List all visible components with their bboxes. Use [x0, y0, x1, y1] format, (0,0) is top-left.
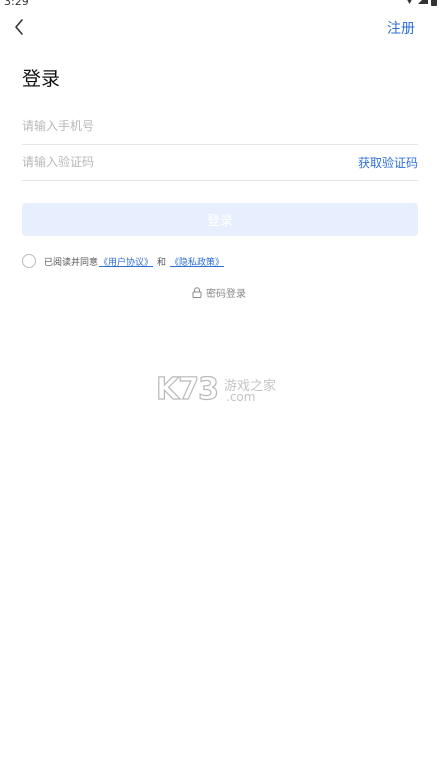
agreement-prefix: 已阅读并同意 [44, 257, 99, 268]
watermark-brand: K73 [155, 371, 219, 407]
lock-icon [192, 287, 202, 298]
wifi-icon [404, 0, 415, 4]
password-login-label: 密码登录 [206, 289, 246, 300]
status-bar: 3:29 [0, 0, 439, 8]
phone-input[interactable] [22, 108, 322, 144]
watermark-logo: K73 游戏之家 .com [155, 371, 286, 407]
page-title: 登录 [22, 68, 61, 90]
code-field: 获取验证码 [22, 144, 418, 181]
verification-code-input[interactable] [22, 144, 322, 180]
agreement-row: 已阅读并同意 《用户协议》 和 《隐私政策》 [22, 253, 225, 269]
password-login-link[interactable]: 密码登录 [192, 285, 246, 300]
signal-icon [418, 0, 428, 4]
user-agreement-link[interactable]: 《用户协议》 [99, 255, 153, 268]
watermark-domain: .com [226, 390, 256, 404]
phone-field [22, 108, 418, 145]
chevron-left-icon [15, 19, 23, 35]
login-button[interactable]: 登录 [22, 203, 418, 236]
status-icons [404, 0, 437, 6]
battery-icon [431, 0, 437, 6]
register-link[interactable]: 注册 [387, 18, 415, 38]
status-time: 3:29 [4, 0, 29, 8]
get-code-button[interactable]: 获取验证码 [358, 154, 418, 171]
agreement-and: 和 [157, 257, 167, 268]
privacy-policy-link[interactable]: 《隐私政策》 [170, 255, 224, 268]
agree-checkbox[interactable] [22, 254, 36, 268]
back-button[interactable] [8, 15, 32, 39]
